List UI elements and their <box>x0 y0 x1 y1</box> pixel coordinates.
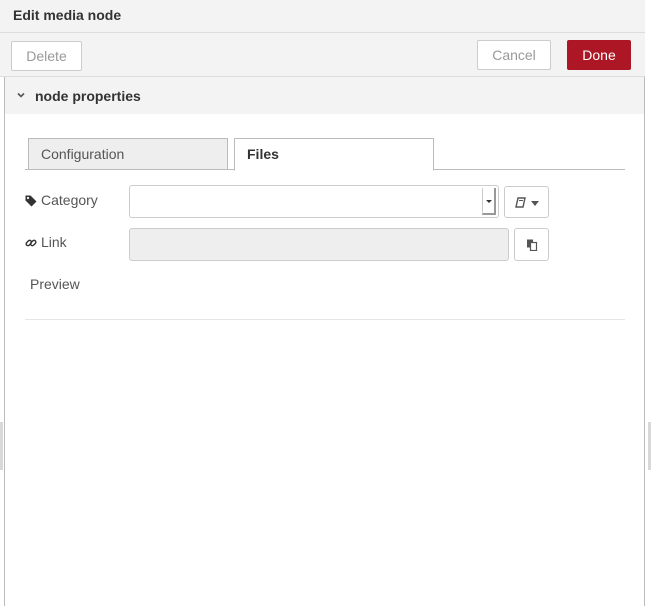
copy-link-button[interactable] <box>514 228 549 261</box>
page-title: Edit media node <box>13 7 122 23</box>
book-icon <box>515 197 526 208</box>
category-label-text: Category <box>41 192 98 208</box>
resize-handle-left[interactable] <box>0 422 3 470</box>
tray-toolbar: Delete Cancel Done <box>0 33 645 77</box>
link-icon <box>25 239 37 247</box>
tag-icon <box>25 195 37 207</box>
link-label: Link <box>25 234 67 250</box>
preview-divider <box>25 319 625 320</box>
node-properties-header[interactable]: node properties <box>5 77 644 114</box>
delete-button[interactable]: Delete <box>11 41 82 71</box>
caret-down-icon[interactable] <box>482 188 496 215</box>
preview-label: Preview <box>30 276 80 292</box>
tab-files[interactable]: Files <box>234 138 434 171</box>
tab-configuration[interactable]: Configuration <box>28 138 228 170</box>
copy-icon <box>527 239 538 251</box>
category-label: Category <box>25 192 98 208</box>
tray-header: Edit media node <box>0 0 645 33</box>
section-label: node properties <box>35 88 141 104</box>
cancel-button[interactable]: Cancel <box>477 40 551 70</box>
caret-down-icon <box>531 201 539 206</box>
link-field[interactable] <box>129 228 509 261</box>
done-button[interactable]: Done <box>567 40 631 70</box>
chevron-down-icon <box>17 92 25 98</box>
category-select[interactable] <box>129 185 499 218</box>
resize-handle-right[interactable] <box>648 422 651 470</box>
link-label-text: Link <box>41 234 67 250</box>
category-menu-button[interactable] <box>504 186 549 218</box>
